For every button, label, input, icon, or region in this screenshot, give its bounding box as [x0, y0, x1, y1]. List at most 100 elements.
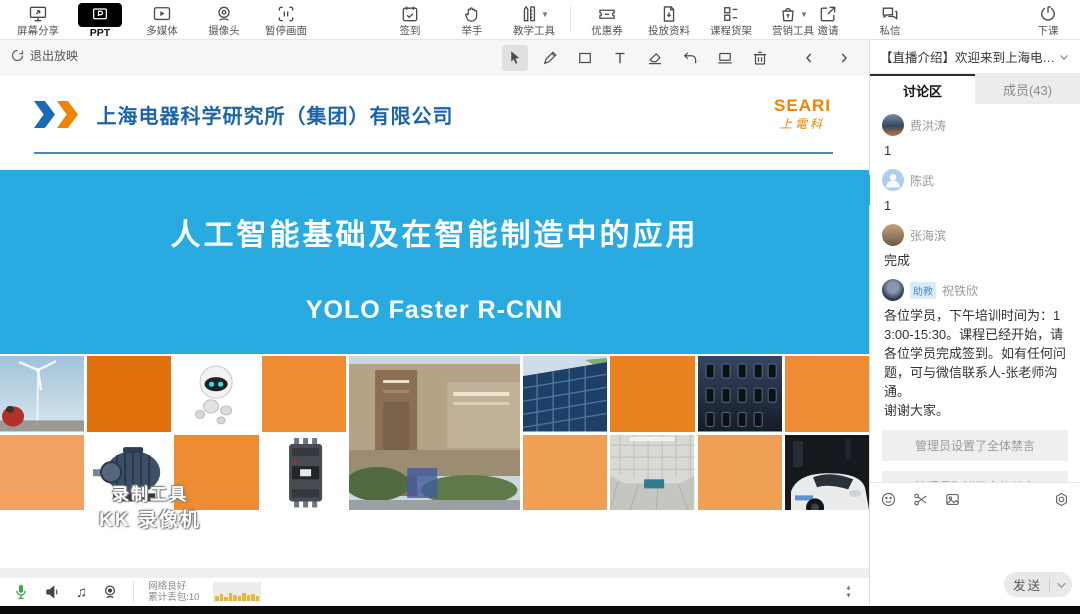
chat-sidebar: 【直播介绍】欢迎来到上海电器... 讨论区 成员(43) 费洪涛 1 陈武 1 …: [869, 40, 1080, 606]
toolbar-invite[interactable]: 邀请: [802, 0, 854, 40]
emoji-icon[interactable]: [880, 491, 897, 508]
photo-institute-building: [349, 356, 520, 510]
watermark-line1: 录制工具: [55, 480, 245, 505]
toolbar-materials[interactable]: 投放资料: [643, 0, 695, 40]
music-icon[interactable]: ♫: [76, 585, 87, 600]
chat-message-list[interactable]: 费洪涛 1 陈武 1 张海滨 完成 助教 祝铁欣 各位学员，下午培训时间为：13…: [870, 104, 1080, 482]
orange-tile: [523, 435, 607, 511]
pen-icon: [541, 49, 559, 67]
toolbar-course-shelf[interactable]: 课程货架: [705, 0, 757, 40]
chat-text-input[interactable]: [870, 517, 1080, 568]
network-quality-label: 网络良好: [148, 581, 199, 592]
tab-discussion[interactable]: 讨论区: [870, 74, 975, 104]
toolbar-label: 屏幕分享: [17, 25, 59, 38]
toolbar-divider: [570, 6, 571, 32]
ppt-icon: [91, 6, 109, 24]
network-status: 网络良好 累计丢包:10: [148, 581, 199, 603]
gear-icon[interactable]: [1053, 491, 1070, 508]
send-button[interactable]: 发送: [1004, 572, 1072, 597]
toolbar-label: 摄像头: [208, 25, 240, 38]
toolbar-screen-share[interactable]: 屏幕分享: [12, 0, 64, 40]
board-tool-button[interactable]: [712, 45, 738, 71]
toolbar-ppt[interactable]: PPT: [74, 0, 126, 40]
image-icon[interactable]: [944, 491, 961, 508]
chat-text: 谢谢大家。: [884, 401, 1068, 420]
toolbar-coupon[interactable]: 优惠券: [581, 0, 633, 40]
header-rule: [34, 152, 833, 154]
collapse-fullscreen-icon[interactable]: [840, 583, 857, 600]
select-tool-button[interactable]: [502, 45, 528, 71]
prev-page-button[interactable]: [796, 45, 822, 71]
exit-presentation-label: 退出放映: [30, 47, 78, 64]
slide-header: 上海电器科学研究所（集团）有限公司 SEARI 上電科: [34, 100, 833, 146]
chevron-right-icon: [836, 50, 852, 66]
chat-message: 张海滨 完成: [882, 224, 1068, 270]
chat-text: 1: [884, 141, 1068, 160]
slide: 上海电器科学研究所（集团）有限公司 SEARI 上電科 人工智能基础及在智能制造…: [0, 76, 869, 568]
tab-members[interactable]: 成员(43): [975, 74, 1080, 104]
toolbar-media[interactable]: 多媒体: [136, 0, 188, 40]
seari-logo: SEARI 上電科: [774, 96, 831, 132]
chevron-down-icon: ▼: [541, 10, 549, 19]
chat-username: 张海滨: [910, 227, 946, 244]
toolbar-raise-hand[interactable]: 举手: [446, 0, 498, 40]
exit-presentation-button[interactable]: 退出放映: [10, 47, 78, 64]
chevron-logo-orange: [57, 101, 78, 128]
media-icon: [152, 4, 172, 24]
chat-text: 1: [884, 196, 1068, 215]
toolbar-camera[interactable]: 摄像头: [198, 0, 250, 40]
orange-tile: [610, 356, 694, 432]
watermark-line2: KK 录像机: [55, 505, 245, 532]
stage-status-bar: ♫ 网络良好 累计丢包:10: [0, 578, 869, 606]
photo-connector-panel: [698, 356, 782, 432]
webcam-icon[interactable]: [101, 583, 119, 601]
chat-username: 陈武: [910, 172, 934, 189]
toolbar-label: 举手: [462, 25, 483, 38]
photo-circuit-breaker: [262, 435, 346, 511]
toolbar-teaching-tools[interactable]: ▼ 教学工具: [508, 0, 560, 40]
photo-robot: [174, 356, 258, 432]
assistant-badge: 助教: [910, 282, 936, 299]
rectangle-tool-button[interactable]: [572, 45, 598, 71]
chevron-logo-blue: [34, 101, 55, 128]
direct-message-icon: [880, 4, 900, 24]
status-divider: [133, 582, 134, 602]
exit-presentation-icon: [10, 48, 25, 63]
toolbar-check-in[interactable]: 签到: [384, 0, 436, 40]
pen-tool-button[interactable]: [537, 45, 563, 71]
chevron-down-icon[interactable]: [1058, 51, 1070, 63]
undo-button[interactable]: [677, 45, 703, 71]
text-icon: [611, 49, 629, 67]
live-intro-title: 【直播介绍】欢迎来到上海电器...: [880, 47, 1058, 66]
chat-username: 费洪涛: [910, 117, 946, 134]
toolbar-label: 教学工具: [513, 25, 555, 38]
marketing-tools-icon: [778, 4, 798, 24]
next-page-button[interactable]: [831, 45, 857, 71]
speaker-icon[interactable]: [44, 583, 62, 601]
toolbar-direct-message[interactable]: 私信: [864, 0, 916, 40]
eraser-tool-button[interactable]: [642, 45, 668, 71]
chat-message: 助教 祝铁欣 各位学员，下午培训时间为：13:00-15:30。课程已经开始，请…: [882, 279, 1068, 420]
sidebar-tabs: 讨论区 成员(43): [870, 74, 1080, 104]
undo-icon: [681, 49, 699, 67]
orange-tile: [698, 435, 782, 511]
eraser-icon: [646, 49, 664, 67]
chevron-left-icon: [801, 50, 817, 66]
live-intro-header[interactable]: 【直播介绍】欢迎来到上海电器...: [870, 40, 1080, 74]
materials-icon: [659, 4, 679, 24]
trash-button[interactable]: [747, 45, 773, 71]
toolbar-end-class[interactable]: 下课: [1022, 0, 1074, 40]
stage-toolbar-strip: 退出放映: [0, 40, 869, 76]
toolbar-pause-screen[interactable]: 暂停画面: [260, 0, 312, 40]
screenshot-scissors-icon[interactable]: [912, 491, 929, 508]
orange-tile: [262, 356, 346, 432]
toolbar-label: 邀请: [818, 25, 839, 38]
coupon-icon: [597, 4, 617, 24]
toolbar-label: PPT: [90, 27, 110, 40]
send-options-chevron-icon[interactable]: [1057, 579, 1065, 587]
text-tool-button[interactable]: [607, 45, 633, 71]
pause-screen-icon: [276, 4, 296, 24]
orange-tile: [785, 356, 869, 432]
seari-logo-text: SEARI: [774, 96, 831, 116]
microphone-icon[interactable]: [12, 583, 30, 601]
